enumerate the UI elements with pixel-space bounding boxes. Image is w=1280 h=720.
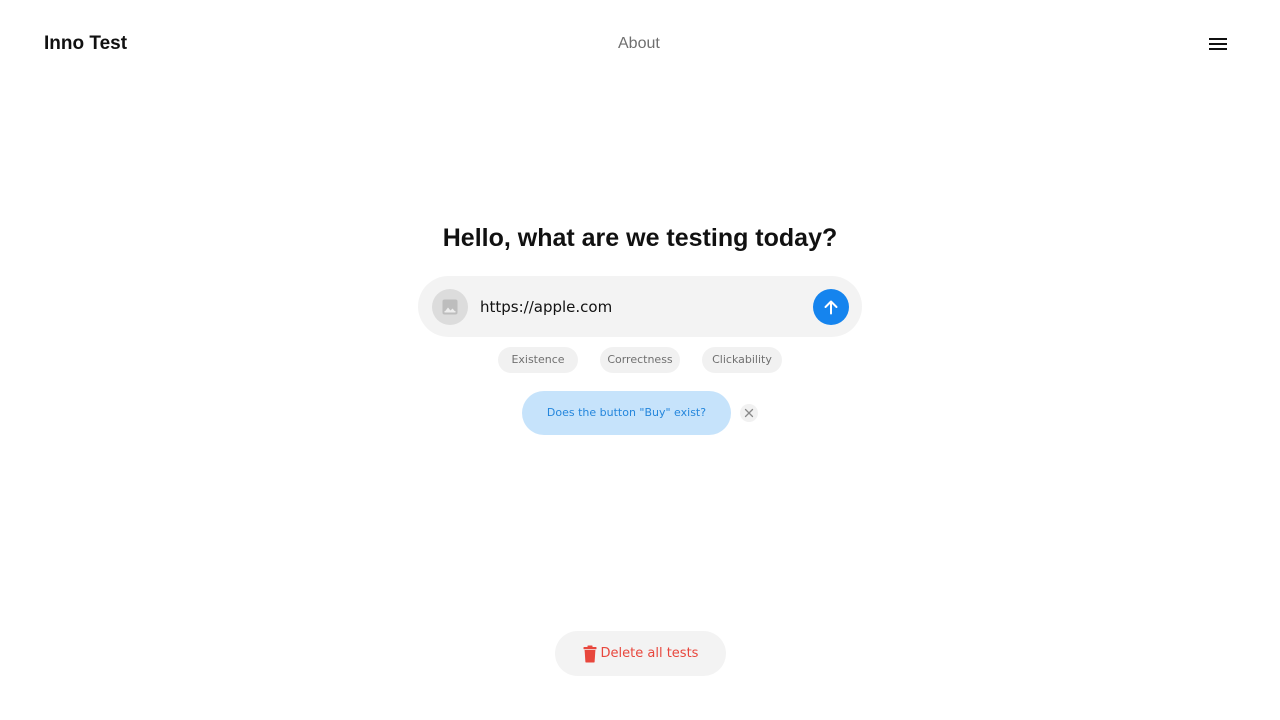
- arrow-up-icon: [824, 300, 838, 315]
- test-input-bar: [418, 276, 862, 337]
- url-input[interactable]: [480, 290, 800, 324]
- delete-all-tests-button[interactable]: Delete all tests: [555, 631, 726, 676]
- hamburger-menu-icon: [1209, 38, 1227, 50]
- send-button[interactable]: [813, 289, 849, 325]
- app-page: Inno Test About Hello, what are we testi…: [0, 0, 1280, 720]
- close-icon: [744, 408, 754, 418]
- chip-existence[interactable]: Existence: [498, 347, 578, 373]
- attach-image-button[interactable]: [432, 289, 468, 325]
- trash-icon: [583, 645, 597, 662]
- menu-button[interactable]: [1206, 34, 1230, 54]
- nav-link-about[interactable]: About: [618, 33, 660, 55]
- image-icon: [442, 299, 458, 315]
- brand-logo[interactable]: Inno Test: [44, 32, 127, 56]
- remove-test-button[interactable]: [740, 404, 758, 422]
- chip-clickability[interactable]: Clickability: [702, 347, 782, 373]
- test-item[interactable]: Does the button "Buy" exist?: [522, 391, 731, 435]
- page-title: Hello, what are we testing today?: [442, 224, 838, 252]
- top-header: Inno Test About: [0, 0, 1280, 88]
- chip-correctness[interactable]: Correctness: [600, 347, 680, 373]
- delete-all-label: Delete all tests: [600, 646, 699, 661]
